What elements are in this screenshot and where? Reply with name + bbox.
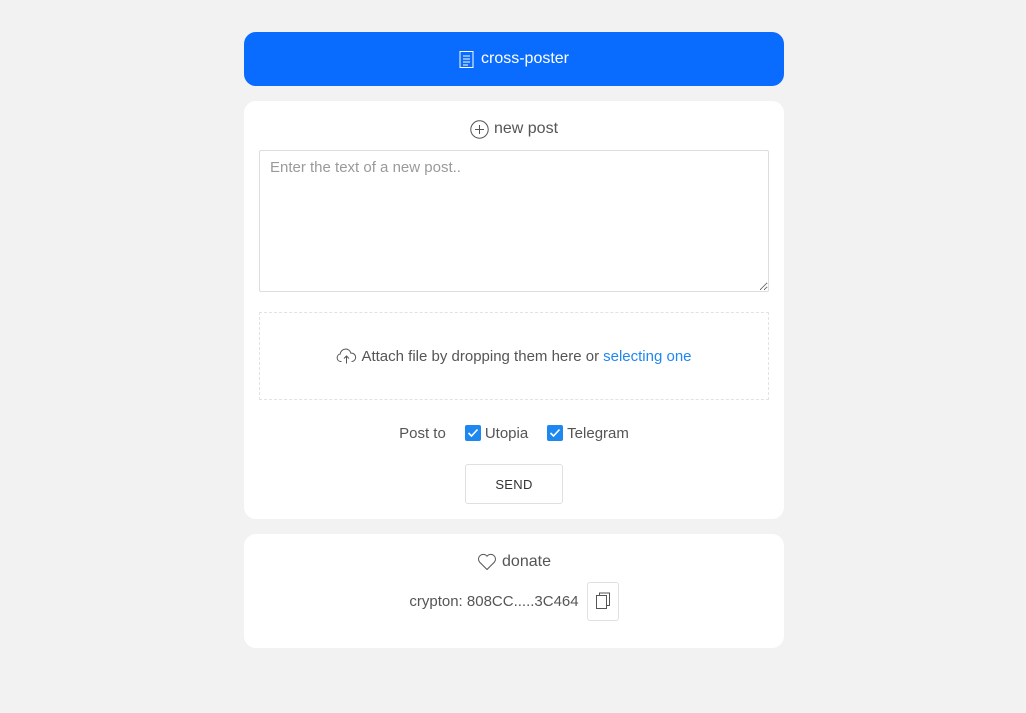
- document-icon: [459, 50, 474, 68]
- post-text-input[interactable]: [259, 150, 769, 292]
- telegram-checkbox[interactable]: Telegram: [547, 425, 629, 442]
- utopia-label: Utopia: [484, 424, 529, 442]
- cloud-upload-icon: [336, 348, 357, 364]
- plus-circle-icon: [470, 119, 489, 139]
- copy-address-button[interactable]: [586, 581, 619, 621]
- telegram-label: Telegram: [567, 424, 629, 442]
- utopia-checkbox[interactable]: Utopia: [464, 424, 529, 442]
- donate-title: donate: [502, 553, 551, 570]
- attach-text: Attach file by dropping them here or: [361, 347, 600, 365]
- wallet-row: crypton: 808CC.....3C464: [244, 581, 784, 621]
- donate-card: donate crypton: 808CC.....3C464: [244, 534, 784, 648]
- file-drop-zone[interactable]: Attach file by dropping them here or sel…: [259, 312, 769, 400]
- new-post-card: new post Attach file by dropping them he…: [244, 101, 784, 519]
- wallet-address: crypton: 808CC.....3C464: [409, 592, 579, 610]
- copy-icon: [595, 592, 611, 610]
- new-post-title: new post: [493, 120, 559, 137]
- app-header: cross-poster: [244, 32, 784, 86]
- send-button[interactable]: SEND: [465, 464, 563, 504]
- new-post-heading: new post: [244, 119, 784, 139]
- checkbox-checked-icon: [547, 425, 564, 441]
- post-to-label: Post to: [399, 424, 446, 442]
- heart-icon: [477, 553, 497, 571]
- donate-heading: donate: [244, 552, 784, 572]
- select-file-link[interactable]: selecting one: [603, 348, 691, 365]
- post-targets: Post to Utopia Telegram: [244, 423, 784, 443]
- app-title: cross-poster: [480, 50, 570, 67]
- checkbox-checked-icon: [464, 425, 481, 441]
